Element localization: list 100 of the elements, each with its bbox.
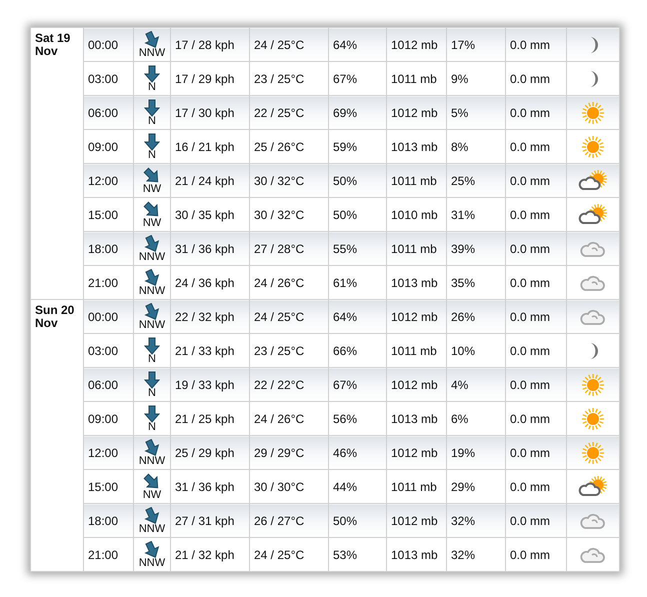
cloud-cover-cell: 4%	[446, 368, 506, 402]
wind-arrow-icon	[143, 234, 161, 252]
humidity-cell: 55%	[328, 232, 386, 266]
precipitation-cell: 0.0 mm	[506, 96, 566, 130]
temperature-cell: 29 / 29°C	[250, 436, 328, 470]
wind-direction-label: N	[147, 116, 157, 126]
cloud-sun-icon	[578, 202, 608, 226]
cloud-icon	[580, 308, 606, 326]
humidity-cell: 64%	[328, 300, 386, 334]
precipitation-cell: 0.0 mm	[506, 164, 566, 198]
wind-speed-cell: 22 / 32 kph	[170, 300, 250, 334]
time-cell: 18:00	[84, 504, 134, 538]
day-label: Sat 19 Nov	[30, 28, 84, 300]
time-cell: 00:00	[84, 300, 134, 334]
wind-direction-label: N	[147, 354, 157, 364]
time-cell: 06:00	[84, 368, 134, 402]
wind-direction-label: NNW	[138, 252, 166, 262]
wind-direction-label: NNW	[138, 48, 166, 58]
sun-icon	[581, 134, 605, 158]
humidity-cell: 50%	[328, 504, 386, 538]
wind-arrow-icon	[143, 132, 161, 150]
wind-arrow-icon	[143, 200, 161, 218]
humidity-cell: 67%	[328, 368, 386, 402]
sun-icon	[581, 372, 605, 396]
temperature-cell: 22 / 25°C	[250, 96, 328, 130]
pressure-cell: 1011 mb	[386, 232, 446, 266]
wind-speed-cell: 27 / 31 kph	[170, 504, 250, 538]
wind-arrow-icon	[143, 30, 161, 48]
precipitation-cell: 0.0 mm	[506, 300, 566, 334]
time-cell: 18:00	[84, 232, 134, 266]
cloud-cover-cell: 17%	[446, 28, 506, 62]
wind-arrow-icon	[143, 268, 161, 286]
precipitation-cell: 0.0 mm	[506, 368, 566, 402]
wind-arrow-icon	[143, 404, 161, 422]
wind-speed-cell: 19 / 33 kph	[170, 368, 250, 402]
wind-arrow-icon	[143, 540, 161, 558]
cloud-cover-cell: 39%	[446, 232, 506, 266]
temperature-cell: 27 / 28°C	[250, 232, 328, 266]
pressure-cell: 1012 mb	[386, 28, 446, 62]
wind-direction-label: NNW	[138, 524, 166, 534]
pressure-cell: 1011 mb	[386, 164, 446, 198]
pressure-cell: 1012 mb	[386, 504, 446, 538]
sun-icon	[581, 440, 605, 464]
humidity-cell: 50%	[328, 164, 386, 198]
time-cell: 06:00	[84, 96, 134, 130]
temperature-cell: 24 / 25°C	[250, 538, 328, 572]
pressure-cell: 1012 mb	[386, 300, 446, 334]
cloud-cover-cell: 25%	[446, 164, 506, 198]
time-cell: 12:00	[84, 436, 134, 470]
time-cell: 12:00	[84, 164, 134, 198]
pressure-cell: 1012 mb	[386, 96, 446, 130]
temperature-cell: 22 / 22°C	[250, 368, 328, 402]
wind-speed-cell: 31 / 36 kph	[170, 232, 250, 266]
wind-arrow-icon	[143, 302, 161, 320]
cloud-sun-icon	[578, 168, 608, 192]
wind-direction-label: NNW	[138, 558, 166, 568]
wind-direction-label: N	[147, 388, 157, 398]
wind-speed-cell: 21 / 32 kph	[170, 538, 250, 572]
sun-icon	[581, 406, 605, 430]
humidity-cell: 64%	[328, 28, 386, 62]
wind-speed-cell: 25 / 29 kph	[170, 436, 250, 470]
cloud-cover-cell: 19%	[446, 436, 506, 470]
wind-direction-label: NNW	[138, 456, 166, 466]
pressure-cell: 1012 mb	[386, 368, 446, 402]
day-label: Sun 20 Nov	[30, 300, 84, 572]
pressure-cell: 1012 mb	[386, 436, 446, 470]
wind-direction-label: NW	[142, 218, 162, 228]
wind-direction-label: NW	[142, 184, 162, 194]
humidity-cell: 46%	[328, 436, 386, 470]
temperature-cell: 30 / 32°C	[250, 164, 328, 198]
wind-speed-cell: 17 / 30 kph	[170, 96, 250, 130]
pressure-cell: 1013 mb	[386, 538, 446, 572]
cloud-icon	[580, 240, 606, 258]
wind-direction-label: N	[147, 82, 157, 92]
wind-arrow-icon	[143, 336, 161, 354]
wind-direction-label: N	[147, 422, 157, 432]
wind-arrow-icon	[143, 64, 161, 82]
cloud-sun-icon	[578, 474, 608, 498]
time-cell: 21:00	[84, 538, 134, 572]
cloud-cover-cell: 32%	[446, 504, 506, 538]
temperature-cell: 26 / 27°C	[250, 504, 328, 538]
precipitation-cell: 0.0 mm	[506, 436, 566, 470]
cloud-cover-cell: 5%	[446, 96, 506, 130]
cloud-cover-cell: 32%	[446, 538, 506, 572]
time-cell: 00:00	[84, 28, 134, 62]
wind-arrow-icon	[143, 98, 161, 116]
cloud-icon	[580, 546, 606, 564]
temperature-cell: 24 / 25°C	[250, 28, 328, 62]
precipitation-cell: 0.0 mm	[506, 232, 566, 266]
wind-arrow-icon	[143, 472, 161, 490]
humidity-cell: 69%	[328, 96, 386, 130]
cloud-icon	[580, 274, 606, 292]
wind-arrow-icon	[143, 438, 161, 456]
sun-icon	[581, 100, 605, 124]
precipitation-cell: 0.0 mm	[506, 504, 566, 538]
wind-direction-label: N	[147, 150, 157, 160]
cloud-cover-cell: 26%	[446, 300, 506, 334]
temperature-cell: 24 / 25°C	[250, 300, 328, 334]
wind-speed-cell: 17 / 28 kph	[170, 28, 250, 62]
wind-arrow-icon	[143, 166, 161, 184]
